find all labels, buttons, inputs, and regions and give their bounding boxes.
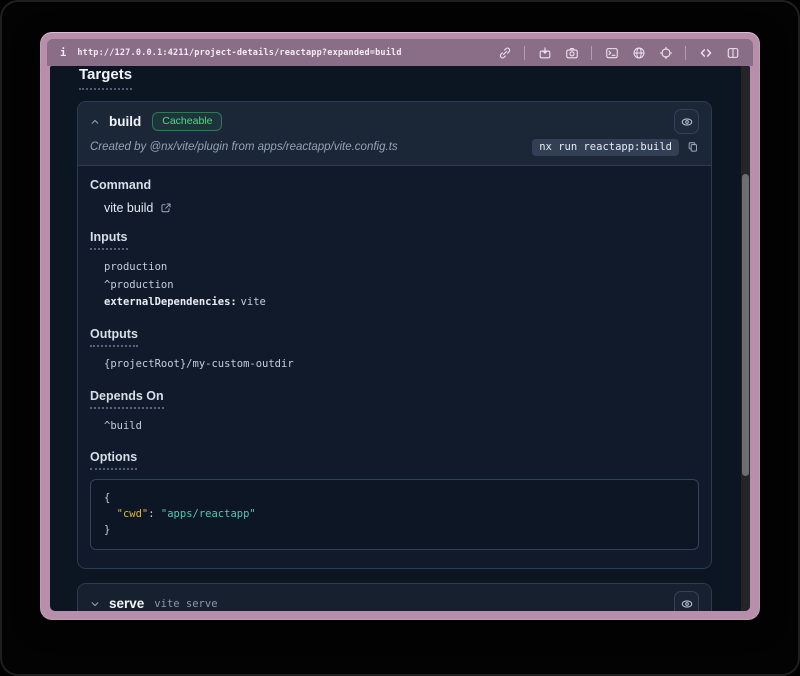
code-line: } (104, 523, 685, 539)
depends-on-label: Depends On (90, 389, 164, 409)
options-code-block: { "cwd": "apps/reactapp" } (90, 479, 699, 550)
screenshot-backdrop: i http://127.0.0.1:4211/project-details/… (0, 0, 800, 676)
chevron-down-icon[interactable] (90, 599, 100, 609)
toolbar-divider (591, 46, 592, 60)
page-title: Targets (79, 66, 132, 90)
inputs-list: production ^production externalDependenc… (90, 259, 699, 312)
depends-on-list: ^build (90, 418, 699, 436)
chevron-up-icon[interactable] (90, 117, 100, 127)
toolbar-divider (685, 46, 686, 60)
output-item: {projectRoot}/my-custom-outdir (104, 356, 699, 374)
input-item-keyed: externalDependencies:vite (104, 294, 699, 312)
outputs-label: Outputs (90, 327, 138, 347)
crosshair-icon[interactable] (658, 45, 673, 60)
globe-icon[interactable] (631, 45, 646, 60)
input-item: production (104, 259, 699, 277)
view-target-button[interactable] (674, 591, 699, 611)
view-target-button[interactable] (674, 109, 699, 134)
cacheable-badge: Cacheable (152, 112, 222, 131)
copy-icon[interactable] (687, 141, 699, 153)
info-favicon-icon: i (60, 47, 66, 59)
build-card-body: Command vite build Inputs production ^pr… (78, 166, 711, 568)
toolbar-divider (524, 46, 525, 60)
external-link-icon[interactable] (160, 202, 172, 214)
code-brackets-icon[interactable] (698, 45, 713, 60)
camera-icon[interactable] (564, 45, 579, 60)
project-details-page: Targets build Cacheable (50, 66, 741, 611)
target-card-serve: serve vite serve (77, 583, 712, 611)
code-line: "cwd": "apps/reactapp" (104, 507, 685, 523)
options-label: Options (90, 450, 137, 470)
scrollbar-track[interactable] (741, 66, 750, 611)
browser-toolbar: i http://127.0.0.1:4211/project-details/… (47, 39, 753, 66)
browser-viewport: Targets build Cacheable (50, 66, 750, 611)
target-name: build (109, 114, 141, 129)
browser-window: i http://127.0.0.1:4211/project-details/… (40, 32, 760, 620)
depends-on-item: ^build (104, 418, 699, 436)
scrollbar-thumb[interactable] (742, 174, 749, 476)
toolbar-actions (497, 45, 740, 60)
target-name: serve (109, 596, 144, 611)
input-item: ^production (104, 277, 699, 295)
run-command-chip: nx run reactapp:build (532, 139, 679, 156)
created-by-text: Created by @nx/vite/plugin from apps/rea… (90, 141, 398, 153)
url-field[interactable]: http://127.0.0.1:4211/project-details/re… (77, 48, 401, 58)
import-box-icon[interactable] (537, 45, 552, 60)
serve-card-header[interactable]: serve vite serve (78, 584, 711, 611)
code-line: { (104, 491, 685, 507)
split-view-icon[interactable] (725, 45, 740, 60)
command-label: Command (90, 178, 699, 192)
command-value: vite build (104, 201, 153, 215)
outputs-list: {projectRoot}/my-custom-outdir (90, 356, 699, 374)
terminal-icon[interactable] (604, 45, 619, 60)
target-card-build: build Cacheable Created by @nx/vite/plug… (77, 101, 712, 569)
link-icon[interactable] (497, 45, 512, 60)
build-card-header[interactable]: build Cacheable Created by @nx/vite/plug… (78, 102, 711, 166)
serve-command-text: vite serve (154, 598, 217, 610)
inputs-label: Inputs (90, 230, 128, 250)
